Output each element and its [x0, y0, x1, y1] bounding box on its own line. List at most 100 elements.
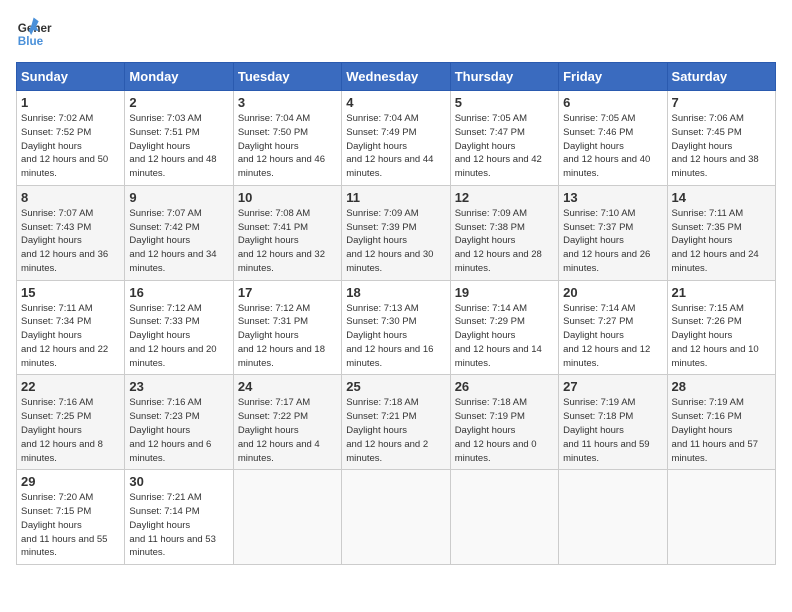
calendar-week-row: 29 Sunrise: 7:20 AMSunset: 7:15 PMDaylig… [17, 470, 776, 565]
calendar-cell: 12 Sunrise: 7:09 AMSunset: 7:38 PMDaylig… [450, 185, 558, 280]
weekday-header: Saturday [667, 63, 775, 91]
day-detail: Sunrise: 7:09 AMSunset: 7:39 PMDaylight … [346, 208, 433, 274]
day-number: 26 [455, 379, 554, 394]
day-detail: Sunrise: 7:19 AMSunset: 7:18 PMDaylight … [563, 397, 649, 463]
day-detail: Sunrise: 7:15 AMSunset: 7:26 PMDaylight … [672, 303, 759, 369]
weekday-header: Sunday [17, 63, 125, 91]
calendar-cell: 27 Sunrise: 7:19 AMSunset: 7:18 PMDaylig… [559, 375, 667, 470]
day-number: 28 [672, 379, 771, 394]
day-number: 6 [563, 95, 662, 110]
day-number: 23 [129, 379, 228, 394]
calendar-cell: 21 Sunrise: 7:15 AMSunset: 7:26 PMDaylig… [667, 280, 775, 375]
calendar-cell: 25 Sunrise: 7:18 AMSunset: 7:21 PMDaylig… [342, 375, 450, 470]
calendar-cell: 8 Sunrise: 7:07 AMSunset: 7:43 PMDayligh… [17, 185, 125, 280]
calendar-cell: 3 Sunrise: 7:04 AMSunset: 7:50 PMDayligh… [233, 91, 341, 186]
day-detail: Sunrise: 7:11 AMSunset: 7:34 PMDaylight … [21, 303, 108, 369]
day-number: 11 [346, 190, 445, 205]
day-detail: Sunrise: 7:13 AMSunset: 7:30 PMDaylight … [346, 303, 433, 369]
day-number: 22 [21, 379, 120, 394]
day-detail: Sunrise: 7:04 AMSunset: 7:49 PMDaylight … [346, 113, 433, 179]
calendar-cell [667, 470, 775, 565]
calendar-cell: 5 Sunrise: 7:05 AMSunset: 7:47 PMDayligh… [450, 91, 558, 186]
day-detail: Sunrise: 7:02 AMSunset: 7:52 PMDaylight … [21, 113, 108, 179]
calendar-cell [450, 470, 558, 565]
calendar-cell: 30 Sunrise: 7:21 AMSunset: 7:14 PMDaylig… [125, 470, 233, 565]
day-detail: Sunrise: 7:14 AMSunset: 7:27 PMDaylight … [563, 303, 650, 369]
day-detail: Sunrise: 7:12 AMSunset: 7:31 PMDaylight … [238, 303, 325, 369]
weekday-header: Monday [125, 63, 233, 91]
calendar-cell: 24 Sunrise: 7:17 AMSunset: 7:22 PMDaylig… [233, 375, 341, 470]
day-detail: Sunrise: 7:04 AMSunset: 7:50 PMDaylight … [238, 113, 325, 179]
day-detail: Sunrise: 7:18 AMSunset: 7:19 PMDaylight … [455, 397, 537, 463]
calendar-cell: 20 Sunrise: 7:14 AMSunset: 7:27 PMDaylig… [559, 280, 667, 375]
day-number: 9 [129, 190, 228, 205]
day-number: 25 [346, 379, 445, 394]
day-detail: Sunrise: 7:07 AMSunset: 7:43 PMDaylight … [21, 208, 108, 274]
day-detail: Sunrise: 7:09 AMSunset: 7:38 PMDaylight … [455, 208, 542, 274]
calendar-cell: 23 Sunrise: 7:16 AMSunset: 7:23 PMDaylig… [125, 375, 233, 470]
calendar-table: SundayMondayTuesdayWednesdayThursdayFrid… [16, 62, 776, 565]
logo: General Blue [16, 16, 52, 52]
day-number: 5 [455, 95, 554, 110]
day-number: 8 [21, 190, 120, 205]
calendar-cell: 17 Sunrise: 7:12 AMSunset: 7:31 PMDaylig… [233, 280, 341, 375]
page-header: General Blue [16, 16, 776, 52]
calendar-cell: 9 Sunrise: 7:07 AMSunset: 7:42 PMDayligh… [125, 185, 233, 280]
calendar-week-row: 15 Sunrise: 7:11 AMSunset: 7:34 PMDaylig… [17, 280, 776, 375]
day-detail: Sunrise: 7:20 AMSunset: 7:15 PMDaylight … [21, 492, 107, 558]
day-number: 18 [346, 285, 445, 300]
day-detail: Sunrise: 7:11 AMSunset: 7:35 PMDaylight … [672, 208, 759, 274]
day-number: 3 [238, 95, 337, 110]
calendar-header: SundayMondayTuesdayWednesdayThursdayFrid… [17, 63, 776, 91]
day-detail: Sunrise: 7:16 AMSunset: 7:25 PMDaylight … [21, 397, 103, 463]
day-number: 1 [21, 95, 120, 110]
day-number: 10 [238, 190, 337, 205]
weekday-header: Thursday [450, 63, 558, 91]
day-detail: Sunrise: 7:18 AMSunset: 7:21 PMDaylight … [346, 397, 428, 463]
day-detail: Sunrise: 7:06 AMSunset: 7:45 PMDaylight … [672, 113, 759, 179]
day-detail: Sunrise: 7:21 AMSunset: 7:14 PMDaylight … [129, 492, 215, 558]
calendar-cell [233, 470, 341, 565]
day-detail: Sunrise: 7:17 AMSunset: 7:22 PMDaylight … [238, 397, 320, 463]
calendar-cell: 16 Sunrise: 7:12 AMSunset: 7:33 PMDaylig… [125, 280, 233, 375]
calendar-cell: 4 Sunrise: 7:04 AMSunset: 7:49 PMDayligh… [342, 91, 450, 186]
day-number: 15 [21, 285, 120, 300]
calendar-cell: 6 Sunrise: 7:05 AMSunset: 7:46 PMDayligh… [559, 91, 667, 186]
calendar-cell [342, 470, 450, 565]
day-detail: Sunrise: 7:10 AMSunset: 7:37 PMDaylight … [563, 208, 650, 274]
calendar-cell: 11 Sunrise: 7:09 AMSunset: 7:39 PMDaylig… [342, 185, 450, 280]
calendar-cell [559, 470, 667, 565]
calendar-cell: 13 Sunrise: 7:10 AMSunset: 7:37 PMDaylig… [559, 185, 667, 280]
day-detail: Sunrise: 7:12 AMSunset: 7:33 PMDaylight … [129, 303, 216, 369]
day-detail: Sunrise: 7:16 AMSunset: 7:23 PMDaylight … [129, 397, 211, 463]
day-number: 2 [129, 95, 228, 110]
day-number: 29 [21, 474, 120, 489]
day-detail: Sunrise: 7:05 AMSunset: 7:46 PMDaylight … [563, 113, 650, 179]
day-number: 12 [455, 190, 554, 205]
day-detail: Sunrise: 7:19 AMSunset: 7:16 PMDaylight … [672, 397, 758, 463]
day-number: 19 [455, 285, 554, 300]
calendar-cell: 10 Sunrise: 7:08 AMSunset: 7:41 PMDaylig… [233, 185, 341, 280]
day-detail: Sunrise: 7:08 AMSunset: 7:41 PMDaylight … [238, 208, 325, 274]
day-detail: Sunrise: 7:07 AMSunset: 7:42 PMDaylight … [129, 208, 216, 274]
day-number: 7 [672, 95, 771, 110]
weekday-header: Wednesday [342, 63, 450, 91]
day-number: 17 [238, 285, 337, 300]
logo-icon: General Blue [16, 16, 52, 52]
calendar-cell: 15 Sunrise: 7:11 AMSunset: 7:34 PMDaylig… [17, 280, 125, 375]
weekday-header: Tuesday [233, 63, 341, 91]
day-number: 4 [346, 95, 445, 110]
day-number: 13 [563, 190, 662, 205]
day-number: 27 [563, 379, 662, 394]
calendar-cell: 14 Sunrise: 7:11 AMSunset: 7:35 PMDaylig… [667, 185, 775, 280]
weekday-header: Friday [559, 63, 667, 91]
day-detail: Sunrise: 7:03 AMSunset: 7:51 PMDaylight … [129, 113, 216, 179]
calendar-cell: 1 Sunrise: 7:02 AMSunset: 7:52 PMDayligh… [17, 91, 125, 186]
calendar-cell: 26 Sunrise: 7:18 AMSunset: 7:19 PMDaylig… [450, 375, 558, 470]
calendar-cell: 2 Sunrise: 7:03 AMSunset: 7:51 PMDayligh… [125, 91, 233, 186]
day-number: 16 [129, 285, 228, 300]
calendar-cell: 28 Sunrise: 7:19 AMSunset: 7:16 PMDaylig… [667, 375, 775, 470]
calendar-cell: 7 Sunrise: 7:06 AMSunset: 7:45 PMDayligh… [667, 91, 775, 186]
calendar-week-row: 1 Sunrise: 7:02 AMSunset: 7:52 PMDayligh… [17, 91, 776, 186]
day-number: 24 [238, 379, 337, 394]
